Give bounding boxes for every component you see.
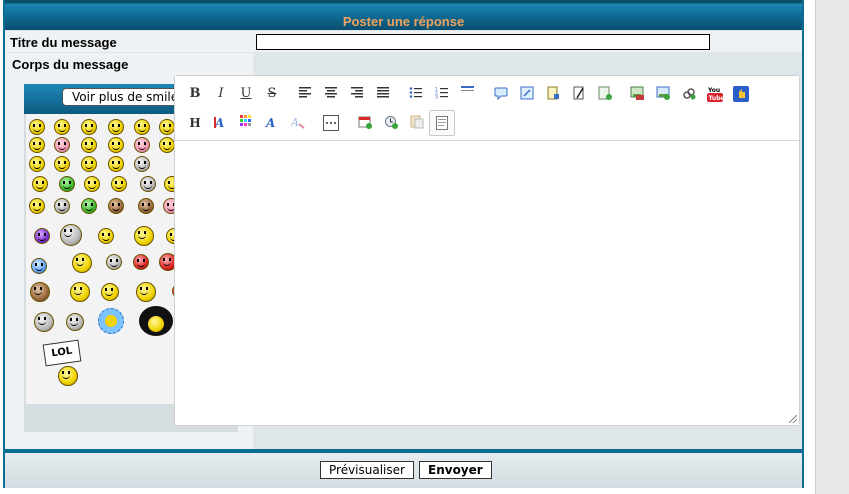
spoiler-icon[interactable] — [544, 85, 562, 103]
smiley-icon[interactable] — [81, 156, 97, 172]
form-footer: Prévisualiser Envoyer — [5, 453, 802, 488]
smiley-icon[interactable] — [29, 198, 45, 214]
message-body-textarea[interactable] — [175, 142, 799, 425]
more-smileys-button[interactable]: Voir plus de smileys — [62, 88, 190, 106]
smiley-icon[interactable] — [81, 119, 97, 135]
smiley-icon[interactable] — [54, 198, 70, 214]
smiley-icon[interactable] — [98, 228, 114, 244]
source-mode-icon[interactable] — [429, 110, 455, 136]
smiley-icon[interactable] — [134, 119, 150, 135]
strikethrough-icon[interactable]: S — [263, 85, 281, 103]
hide-icon[interactable] — [570, 85, 588, 103]
smiley-icon[interactable] — [136, 282, 156, 302]
smiley-icon[interactable] — [159, 119, 175, 135]
heading-icon[interactable]: H — [186, 114, 204, 132]
svg-text:Tube: Tube — [709, 95, 724, 102]
smiley-icon[interactable] — [108, 156, 124, 172]
body-label: Corps du message — [12, 57, 129, 72]
smiley-icon[interactable] — [31, 258, 47, 274]
insert-more-icon[interactable] — [596, 85, 614, 103]
align-right-icon[interactable] — [348, 85, 366, 103]
italic-icon[interactable]: I — [212, 85, 230, 103]
align-justify-icon[interactable] — [374, 85, 392, 103]
title-input[interactable] — [256, 34, 710, 50]
dailymotion-icon[interactable] — [732, 85, 750, 103]
smiley-icon[interactable] — [72, 253, 92, 273]
align-center-icon[interactable] — [322, 85, 340, 103]
font-icon[interactable]: A — [263, 114, 281, 132]
svg-text:A: A — [291, 116, 299, 129]
smiley-icon[interactable] — [59, 176, 75, 192]
youtube-icon[interactable]: You Tube — [706, 85, 724, 103]
smiley-icon[interactable] — [60, 224, 82, 246]
bold-icon[interactable]: B — [186, 85, 204, 103]
more-options-icon[interactable] — [322, 114, 340, 132]
code-icon[interactable] — [518, 85, 536, 103]
rich-text-editor: B I U S 123 You Tube H A A A — [174, 75, 800, 426]
smiley-icon[interactable] — [81, 137, 97, 153]
editor-toolbar: B I U S 123 You Tube H A A A — [175, 76, 799, 141]
smiley-icon[interactable] — [106, 254, 122, 270]
text-color-icon[interactable]: A — [212, 114, 230, 132]
smiley-icon[interactable] — [32, 176, 48, 192]
title-label: Titre du message — [10, 35, 117, 50]
preview-button[interactable]: Prévisualiser — [320, 461, 414, 479]
right-sidebar-strip — [815, 0, 849, 494]
send-button[interactable]: Envoyer — [419, 461, 492, 479]
smiley-icon[interactable] — [101, 283, 119, 301]
svg-text:3: 3 — [435, 95, 438, 100]
lol-sign-icon[interactable]: LOL — [42, 339, 82, 367]
align-left-icon[interactable] — [296, 85, 314, 103]
smiley-icon[interactable] — [134, 137, 150, 153]
time-icon[interactable] — [382, 114, 400, 132]
numbered-list-icon[interactable]: 123 — [432, 85, 450, 103]
smiley-icon[interactable] — [29, 156, 45, 172]
smiley-icon[interactable] — [84, 176, 100, 192]
smiley-icon[interactable] — [111, 176, 127, 192]
image-upload-icon[interactable] — [654, 85, 672, 103]
svg-text:A: A — [265, 116, 275, 129]
smiley-icon[interactable] — [138, 198, 154, 214]
smiley-icon[interactable] — [66, 313, 84, 331]
reply-header-title: Poster une réponse — [342, 14, 465, 29]
smiley-icon[interactable] — [54, 119, 70, 135]
smiley-icon[interactable] — [108, 137, 124, 153]
smiley-icon[interactable] — [134, 156, 150, 172]
smiley-icon[interactable] — [29, 137, 45, 153]
smiley-icon[interactable] — [81, 198, 97, 214]
smiley-icon[interactable] — [29, 119, 45, 135]
flower-smiley-icon[interactable] — [98, 308, 124, 334]
reply-header: Poster une réponse — [5, 0, 802, 30]
horizontal-rule-icon[interactable] — [458, 82, 476, 100]
smiley-icon[interactable] — [58, 366, 78, 386]
underline-icon[interactable]: U — [237, 85, 255, 103]
smiley-icon[interactable] — [108, 198, 124, 214]
paste-icon[interactable] — [408, 114, 426, 132]
date-icon[interactable] — [356, 114, 374, 132]
svg-text:You: You — [707, 87, 720, 94]
smiley-icon[interactable] — [34, 312, 54, 332]
smiley-icon[interactable] — [140, 176, 156, 192]
smiley-icon[interactable] — [159, 137, 175, 153]
color-grid-icon[interactable] — [237, 114, 255, 132]
quote-icon[interactable] — [492, 85, 510, 103]
smiley-icon[interactable] — [54, 137, 70, 153]
smiley-icon[interactable] — [70, 282, 90, 302]
image-icon[interactable] — [628, 85, 646, 103]
bullet-list-icon[interactable] — [406, 85, 424, 103]
link-icon[interactable] — [680, 85, 698, 103]
smiley-icon[interactable] — [30, 282, 50, 302]
smiley-icon[interactable] — [134, 226, 154, 246]
smiley-icon[interactable] — [34, 228, 50, 244]
smiley-icon[interactable] — [133, 254, 149, 270]
resize-grip-icon[interactable] — [789, 415, 797, 423]
smiley-icon[interactable] — [108, 119, 124, 135]
smiley-icon[interactable] — [54, 156, 70, 172]
clear-format-icon[interactable]: A — [289, 114, 307, 132]
afro-smiley-icon[interactable] — [139, 306, 173, 336]
